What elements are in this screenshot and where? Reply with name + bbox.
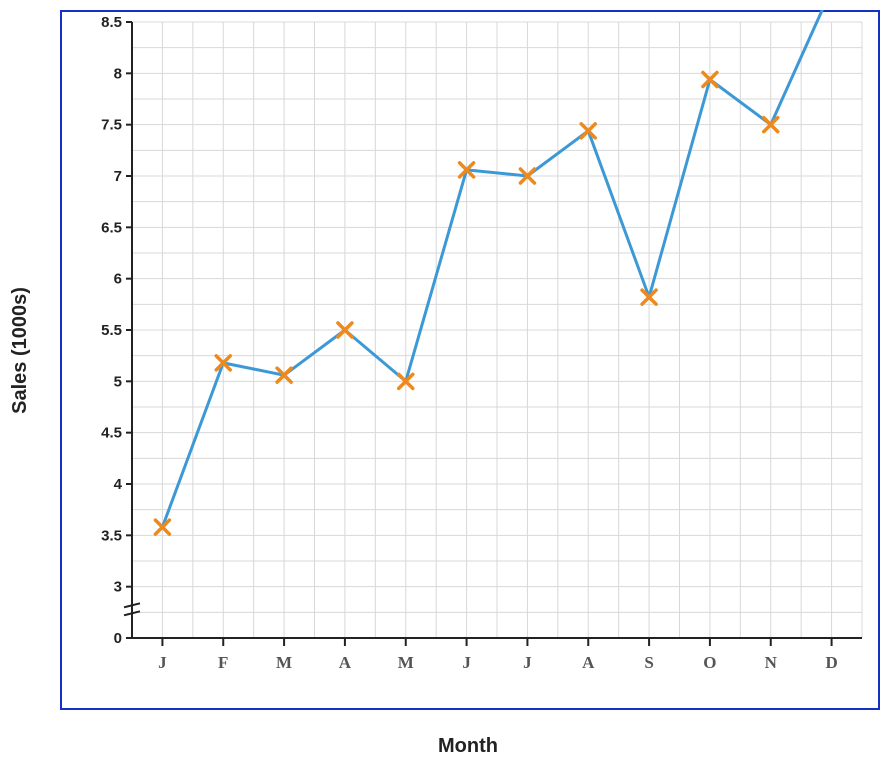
y-tick-label: 7 [114,168,122,185]
y-tick-label: 8.5 [101,14,122,31]
y-tick-label: 6 [114,271,122,288]
y-tick-label: 3 [114,579,122,596]
x-tick-label: A [582,653,595,672]
y-tick-label: 5.5 [101,322,122,339]
y-tick-label: 3.5 [101,527,122,544]
x-tick-label: F [218,653,228,672]
x-tick-label: M [398,653,414,672]
y-tick-label: 0 [114,630,122,647]
x-tick-label: S [644,653,653,672]
y-axis-label-text: Sales (1000s) [9,287,32,414]
y-tick-label: 4.5 [101,425,122,442]
y-tick-label: 7.5 [101,117,122,134]
y-axis-label: Sales (1000s) [0,0,40,700]
x-tick-label: O [703,653,716,672]
x-tick-label: N [765,653,778,672]
y-tick-label: 6.5 [101,219,122,236]
y-tick-label: 8 [114,65,122,82]
x-axis-label: Month [60,735,876,758]
x-tick-label: J [523,653,532,672]
x-tick-label: J [158,653,167,672]
y-tick-label: 4 [114,476,123,493]
x-axis-label-text: Month [438,735,498,757]
x-tick-label: M [276,653,292,672]
sales-line-chart: 033.544.555.566.577.588.59JFMAMJJASOND [60,10,880,710]
x-tick-label: J [462,653,471,672]
y-tick-label: 5 [114,373,122,390]
x-tick-label: A [339,653,352,672]
x-tick-label: D [825,653,837,672]
